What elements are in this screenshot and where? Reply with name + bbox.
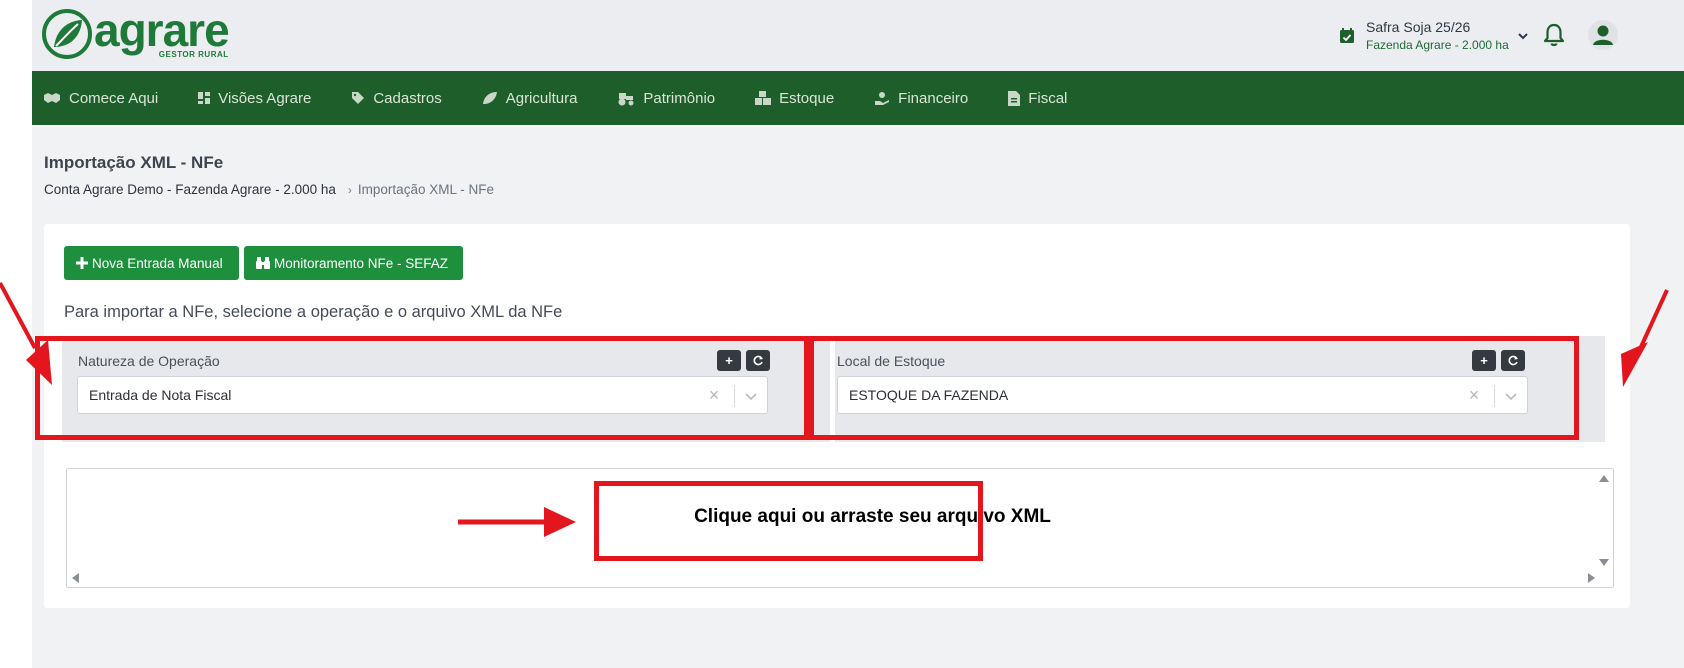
arrow-icon-right <box>1621 289 1669 387</box>
arrow-icon-left <box>0 282 52 385</box>
annotation-arrows <box>0 282 1669 537</box>
arrow-icon-dropzone <box>458 507 576 537</box>
